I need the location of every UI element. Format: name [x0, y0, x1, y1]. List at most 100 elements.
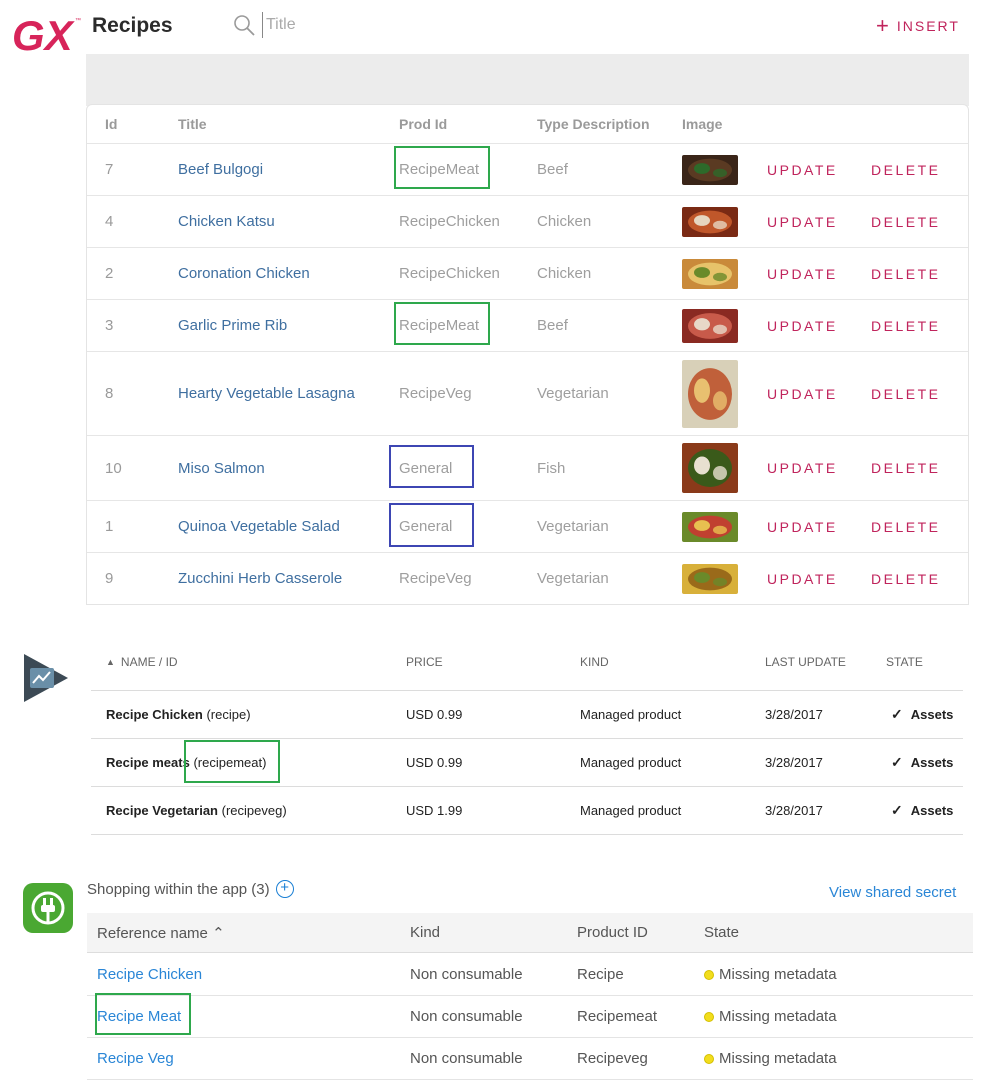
it-column-product-id[interactable]: Product ID: [577, 913, 648, 952]
google-play-console-icon: [24, 654, 68, 702]
row-image: [682, 196, 738, 247]
gp-column-state[interactable]: STATE: [886, 652, 923, 672]
search-icon[interactable]: [232, 13, 256, 37]
gp-product-title: Recipe Chicken: [106, 707, 203, 722]
table-header-row: Id Title Prod Id Type Description Image: [87, 105, 968, 143]
insert-button[interactable]: + INSERT: [876, 14, 960, 38]
checkmark-icon: ✓: [891, 706, 903, 722]
gp-product-title: Recipe meats: [106, 755, 190, 770]
row-title-link[interactable]: Coronation Chicken: [178, 248, 310, 299]
delete-button[interactable]: DELETE: [871, 248, 940, 299]
highlight-box-recipemeat-1: [394, 146, 490, 189]
row-image: [682, 553, 738, 604]
gp-product-row[interactable]: Recipe Chicken (recipe) USD 0.99 Managed p…: [91, 690, 963, 738]
delete-button[interactable]: DELETE: [871, 553, 940, 604]
gx-logo-icon: GX ™: [12, 12, 81, 56]
gp-product-state: ✓ Assets: [891, 691, 953, 738]
row-id: 3: [105, 317, 114, 334]
it-product-state: Missing metadata: [704, 954, 837, 995]
row-title-link[interactable]: Miso Salmon: [178, 436, 265, 500]
row-title-link[interactable]: Beef Bulgogi: [178, 144, 263, 195]
update-button[interactable]: UPDATE: [767, 248, 838, 299]
gp-state-label: Assets: [910, 755, 954, 770]
row-prod-id: RecipeVeg: [399, 385, 472, 402]
checkmark-icon: ✓: [891, 802, 903, 818]
gp-product-row[interactable]: Recipe Vegetarian (recipeveg) USD 1.99 Man…: [91, 786, 963, 834]
column-header-prod-id[interactable]: Prod Id: [399, 105, 447, 143]
gp-column-price[interactable]: PRICE: [406, 652, 443, 672]
highlight-box-general-1: [389, 445, 474, 488]
delete-button[interactable]: DELETE: [871, 196, 940, 247]
gp-column-last-update[interactable]: LAST UPDATE: [765, 652, 846, 672]
gp-column-name[interactable]: ▲ NAME / ID: [106, 652, 178, 672]
it-state-label: Missing metadata: [719, 1008, 837, 1025]
gp-product-id: (recipeveg): [221, 803, 287, 818]
delete-button[interactable]: DELETE: [871, 144, 940, 195]
update-button[interactable]: UPDATE: [767, 352, 838, 435]
row-title-link[interactable]: Quinoa Vegetable Salad: [178, 501, 340, 552]
zucchini-casserole-photo: [682, 563, 738, 594]
row-title-link[interactable]: Zucchini Herb Casserole: [178, 553, 342, 604]
it-state-label: Missing metadata: [719, 1050, 837, 1067]
table-row: 9 Zucchini Herb Casserole RecipeVeg Vegetar…: [87, 552, 968, 604]
highlight-box-recipe-meat-it: [95, 993, 191, 1035]
row-title-link[interactable]: Hearty Vegetable Lasagna: [178, 352, 355, 435]
row-id: 9: [105, 570, 114, 587]
gp-product-state: ✓ Assets: [891, 739, 953, 786]
row-prod-id: RecipeChicken: [399, 265, 500, 282]
it-table-header: Reference name ⌃ Kind Product ID State: [87, 913, 973, 953]
delete-button[interactable]: DELETE: [871, 300, 940, 351]
it-product-id: Recipeveg: [577, 1050, 648, 1067]
svg-text:GX: GX: [12, 12, 76, 56]
gp-product-updated: 3/28/2017: [765, 803, 823, 818]
row-type-description: Fish: [537, 459, 566, 477]
highlight-box-general-2: [389, 503, 474, 547]
update-button[interactable]: UPDATE: [767, 144, 838, 195]
column-header-id[interactable]: Id: [105, 105, 117, 143]
view-shared-secret-link[interactable]: View shared secret: [829, 884, 956, 901]
it-column-reference-name[interactable]: Reference name ⌃: [97, 913, 225, 952]
it-column-kind[interactable]: Kind: [410, 913, 440, 952]
row-image: [682, 248, 738, 299]
it-column-state[interactable]: State: [704, 913, 739, 952]
update-button[interactable]: UPDATE: [767, 196, 838, 247]
beef-bulgogi-photo: [682, 154, 738, 185]
row-type-description: Chicken: [537, 213, 592, 230]
delete-button[interactable]: DELETE: [871, 501, 940, 552]
coronation-chicken-photo: [682, 258, 738, 289]
column-header-type-description[interactable]: Type Description: [537, 105, 650, 143]
add-circle-icon[interactable]: +: [275, 880, 294, 898]
garlic-prime-rib-photo: [682, 308, 738, 343]
row-image: [682, 300, 738, 351]
table-row: 1 Quinoa Vegetable Salad General Vegetarian…: [87, 500, 968, 552]
update-button[interactable]: UPDATE: [767, 300, 838, 351]
itunes-connect-plug-icon: [23, 883, 73, 933]
quinoa-salad-photo: [682, 511, 738, 542]
row-type-description: Vegetarian: [537, 570, 609, 587]
table-row: 2 Coronation Chicken RecipeChicken Chicken U…: [87, 247, 968, 299]
table-row: 4 Chicken Katsu RecipeChicken Chicken UPDATE…: [87, 195, 968, 247]
delete-button[interactable]: DELETE: [871, 352, 940, 435]
it-reference-name-link[interactable]: Recipe Veg: [97, 1038, 174, 1079]
column-header-title[interactable]: Title: [178, 105, 207, 143]
svg-text:™: ™: [75, 17, 81, 24]
row-image: [682, 436, 738, 500]
gp-product-title: Recipe Vegetarian: [106, 803, 218, 818]
gp-product-updated: 3/28/2017: [765, 755, 823, 770]
gp-product-name[interactable]: Recipe Vegetarian (recipeveg): [106, 787, 287, 834]
gp-product-name[interactable]: Recipe Chicken (recipe): [106, 691, 251, 738]
it-product-id: Recipemeat: [577, 1008, 658, 1025]
row-title-link[interactable]: Garlic Prime Rib: [178, 300, 287, 351]
row-image: [682, 352, 738, 435]
update-button[interactable]: UPDATE: [767, 553, 838, 604]
update-button[interactable]: UPDATE: [767, 501, 838, 552]
delete-button[interactable]: DELETE: [871, 436, 940, 500]
search-input[interactable]: [262, 12, 522, 38]
row-title-link[interactable]: Chicken Katsu: [178, 196, 275, 247]
gp-state-label: Assets: [910, 803, 954, 818]
it-reference-name-link[interactable]: Recipe Chicken: [97, 954, 202, 995]
gp-column-kind[interactable]: KIND: [580, 652, 609, 672]
update-button[interactable]: UPDATE: [767, 436, 838, 500]
row-type-description: Chicken: [537, 265, 592, 282]
miso-salmon-photo: [682, 443, 738, 493]
